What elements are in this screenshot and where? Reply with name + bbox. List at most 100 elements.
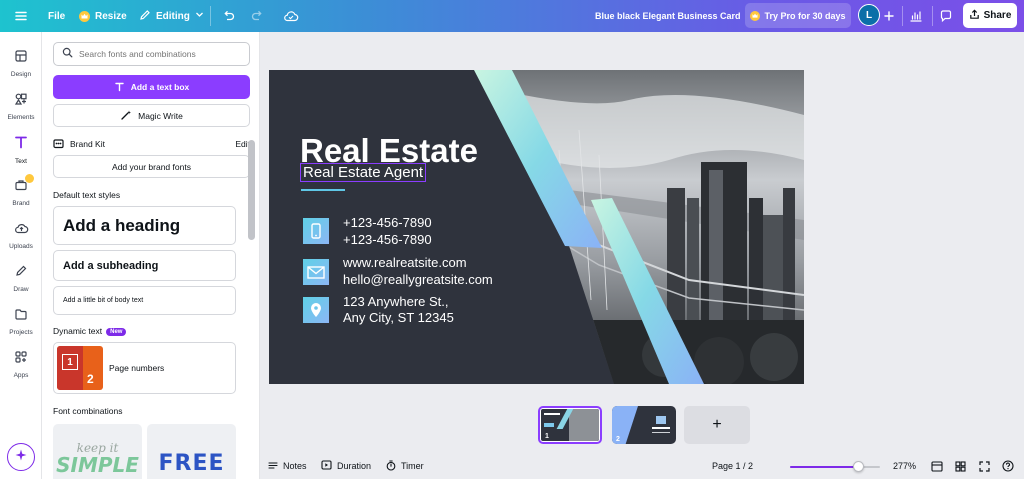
page-number-two: 2 <box>87 372 94 386</box>
location-pin-icon <box>303 297 329 323</box>
text-panel: Add a text box Magic Write Brand Kit Edi… <box>42 32 260 479</box>
resize-label: Resize <box>95 10 127 22</box>
add-subheading-button[interactable]: Add a subheading <box>53 250 236 281</box>
zoom-slider-fill <box>790 466 858 468</box>
add-page-button[interactable]: + <box>684 406 750 444</box>
cloud-upload-icon <box>14 221 29 240</box>
crown-badge-icon <box>25 173 34 183</box>
redo-icon[interactable] <box>245 4 269 28</box>
timer-icon <box>386 459 396 473</box>
card-phone-2[interactable]: +123-456-7890 <box>343 232 432 247</box>
add-collaborator-icon[interactable] <box>877 4 901 28</box>
file-menu[interactable]: File <box>48 0 65 32</box>
add-text-box-button[interactable]: Add a text box <box>53 75 250 99</box>
notes-button[interactable]: Notes <box>268 459 307 473</box>
duration-icon <box>321 460 332 472</box>
page-numbers-thumbnail: 1 2 <box>57 346 103 390</box>
share-icon <box>969 8 980 23</box>
document-title[interactable]: Blue black Elegant Business Card <box>595 0 741 32</box>
rail-item-projects[interactable]: Projects <box>0 300 42 342</box>
cloud-save-icon[interactable] <box>279 4 303 28</box>
try-pro-button[interactable]: Try Pro for 30 days <box>745 3 851 28</box>
add-heading-button[interactable]: Add a heading <box>53 206 236 245</box>
magic-assistant-button[interactable] <box>7 443 35 471</box>
card-phone-1[interactable]: +123-456-7890 <box>343 215 432 230</box>
add-body-text-button[interactable]: Add a little bit of body text <box>53 286 236 315</box>
dynamic-text-label: Dynamic text <box>53 326 103 336</box>
font-combination-card[interactable]: keep it SIMPLE <box>53 424 142 479</box>
rail-item-apps[interactable]: Apps <box>0 343 42 385</box>
rail-item-design[interactable]: Design <box>0 42 42 84</box>
add-brand-fonts-button[interactable]: Add your brand fonts <box>53 155 250 178</box>
resize-button[interactable]: Resize <box>79 0 127 32</box>
font-combinations-title: Font combinations <box>53 406 123 416</box>
grid-view-icon[interactable] <box>955 459 966 473</box>
brand-kit-icon <box>53 138 64 151</box>
rail-label: Elements <box>7 113 35 121</box>
rail-item-draw[interactable]: Draw <box>0 257 42 299</box>
logo-mark <box>656 416 666 424</box>
duration-button[interactable]: Duration <box>321 459 371 473</box>
email-icon <box>303 259 329 285</box>
page-thumbnail-2[interactable]: 2 <box>612 406 676 444</box>
magic-wand-icon <box>120 109 132 123</box>
font-search-input[interactable] <box>79 49 239 59</box>
card-address-line-2[interactable]: Any City, ST 12345 <box>343 310 454 325</box>
font-search-box[interactable] <box>53 42 250 66</box>
page-numbers-label: Page numbers <box>109 363 165 373</box>
menu-icon[interactable] <box>9 4 33 28</box>
share-label: Share <box>983 10 1012 21</box>
add-text-box-label: Add a text box <box>130 82 190 92</box>
rail-label: Brand <box>12 199 30 207</box>
page-number-one: 1 <box>62 354 78 370</box>
notes-icon <box>268 460 278 472</box>
top-toolbar: File Resize Editing Blue black Elegant B… <box>0 0 1024 32</box>
editing-label: Editing <box>156 10 190 22</box>
page-numbers-card[interactable]: 1 2 Page numbers <box>53 342 236 394</box>
toolbar-divider <box>902 6 903 26</box>
card-email[interactable]: hello@reallygreatsite.com <box>343 272 493 287</box>
rail-label: Apps <box>13 371 29 379</box>
editing-mode-dropdown[interactable]: Editing <box>139 0 204 32</box>
rail-item-text[interactable]: Text <box>0 128 42 170</box>
font-combination-card[interactable]: FREE <box>147 424 236 479</box>
rail-label: Draw <box>13 285 29 293</box>
card-website[interactable]: www.realreatsite.com <box>343 255 467 270</box>
fullscreen-icon[interactable] <box>979 459 990 473</box>
page-thumbnail-1[interactable]: 1 <box>538 406 602 444</box>
briefcase-icon <box>14 173 34 197</box>
share-button[interactable]: Share <box>963 3 1017 28</box>
brand-kit-row: Brand Kit Edit <box>53 136 250 152</box>
magic-write-button[interactable]: Magic Write <box>53 104 250 127</box>
default-text-styles-title: Default text styles <box>53 190 121 200</box>
dynamic-text-title: Dynamic text New <box>53 326 127 336</box>
shapes-icon <box>14 92 28 111</box>
zoom-slider[interactable] <box>790 461 880 472</box>
page-thumbnail-number: 2 <box>616 436 620 443</box>
rail-item-elements[interactable]: Elements <box>0 85 42 127</box>
brand-kit-label: Brand Kit <box>70 139 105 149</box>
timer-button[interactable]: Timer <box>386 459 424 473</box>
pencil-icon <box>139 9 151 24</box>
add-subheading-label: Add a subheading <box>63 259 159 272</box>
insights-icon[interactable] <box>904 4 928 28</box>
rail-item-uploads[interactable]: Uploads <box>0 214 42 256</box>
design-canvas-page[interactable]: Real Estate Real Estate Agent +123-456-7… <box>269 70 804 384</box>
apps-grid-icon <box>14 350 28 369</box>
text-icon <box>114 81 125 94</box>
help-icon[interactable] <box>1002 459 1014 473</box>
card-subtitle-selected[interactable]: Real Estate Agent <box>300 163 427 182</box>
pages-view-icon[interactable] <box>931 459 943 473</box>
undo-icon[interactable] <box>217 4 241 28</box>
rail-label: Design <box>10 70 32 78</box>
rail-item-brand[interactable]: Brand <box>0 171 42 213</box>
zoom-slider-handle[interactable] <box>853 461 864 472</box>
plus-icon: + <box>712 416 722 433</box>
page-indicator[interactable]: Page 1 / 2 <box>712 459 753 473</box>
panel-scrollbar[interactable] <box>248 140 255 240</box>
zoom-level[interactable]: 277% <box>893 459 916 473</box>
card-address-line-1[interactable]: 123 Anywhere St., <box>343 294 449 309</box>
try-pro-label: Try Pro for 30 days <box>764 10 846 21</box>
comment-icon[interactable] <box>934 4 958 28</box>
layout-icon <box>14 49 28 68</box>
